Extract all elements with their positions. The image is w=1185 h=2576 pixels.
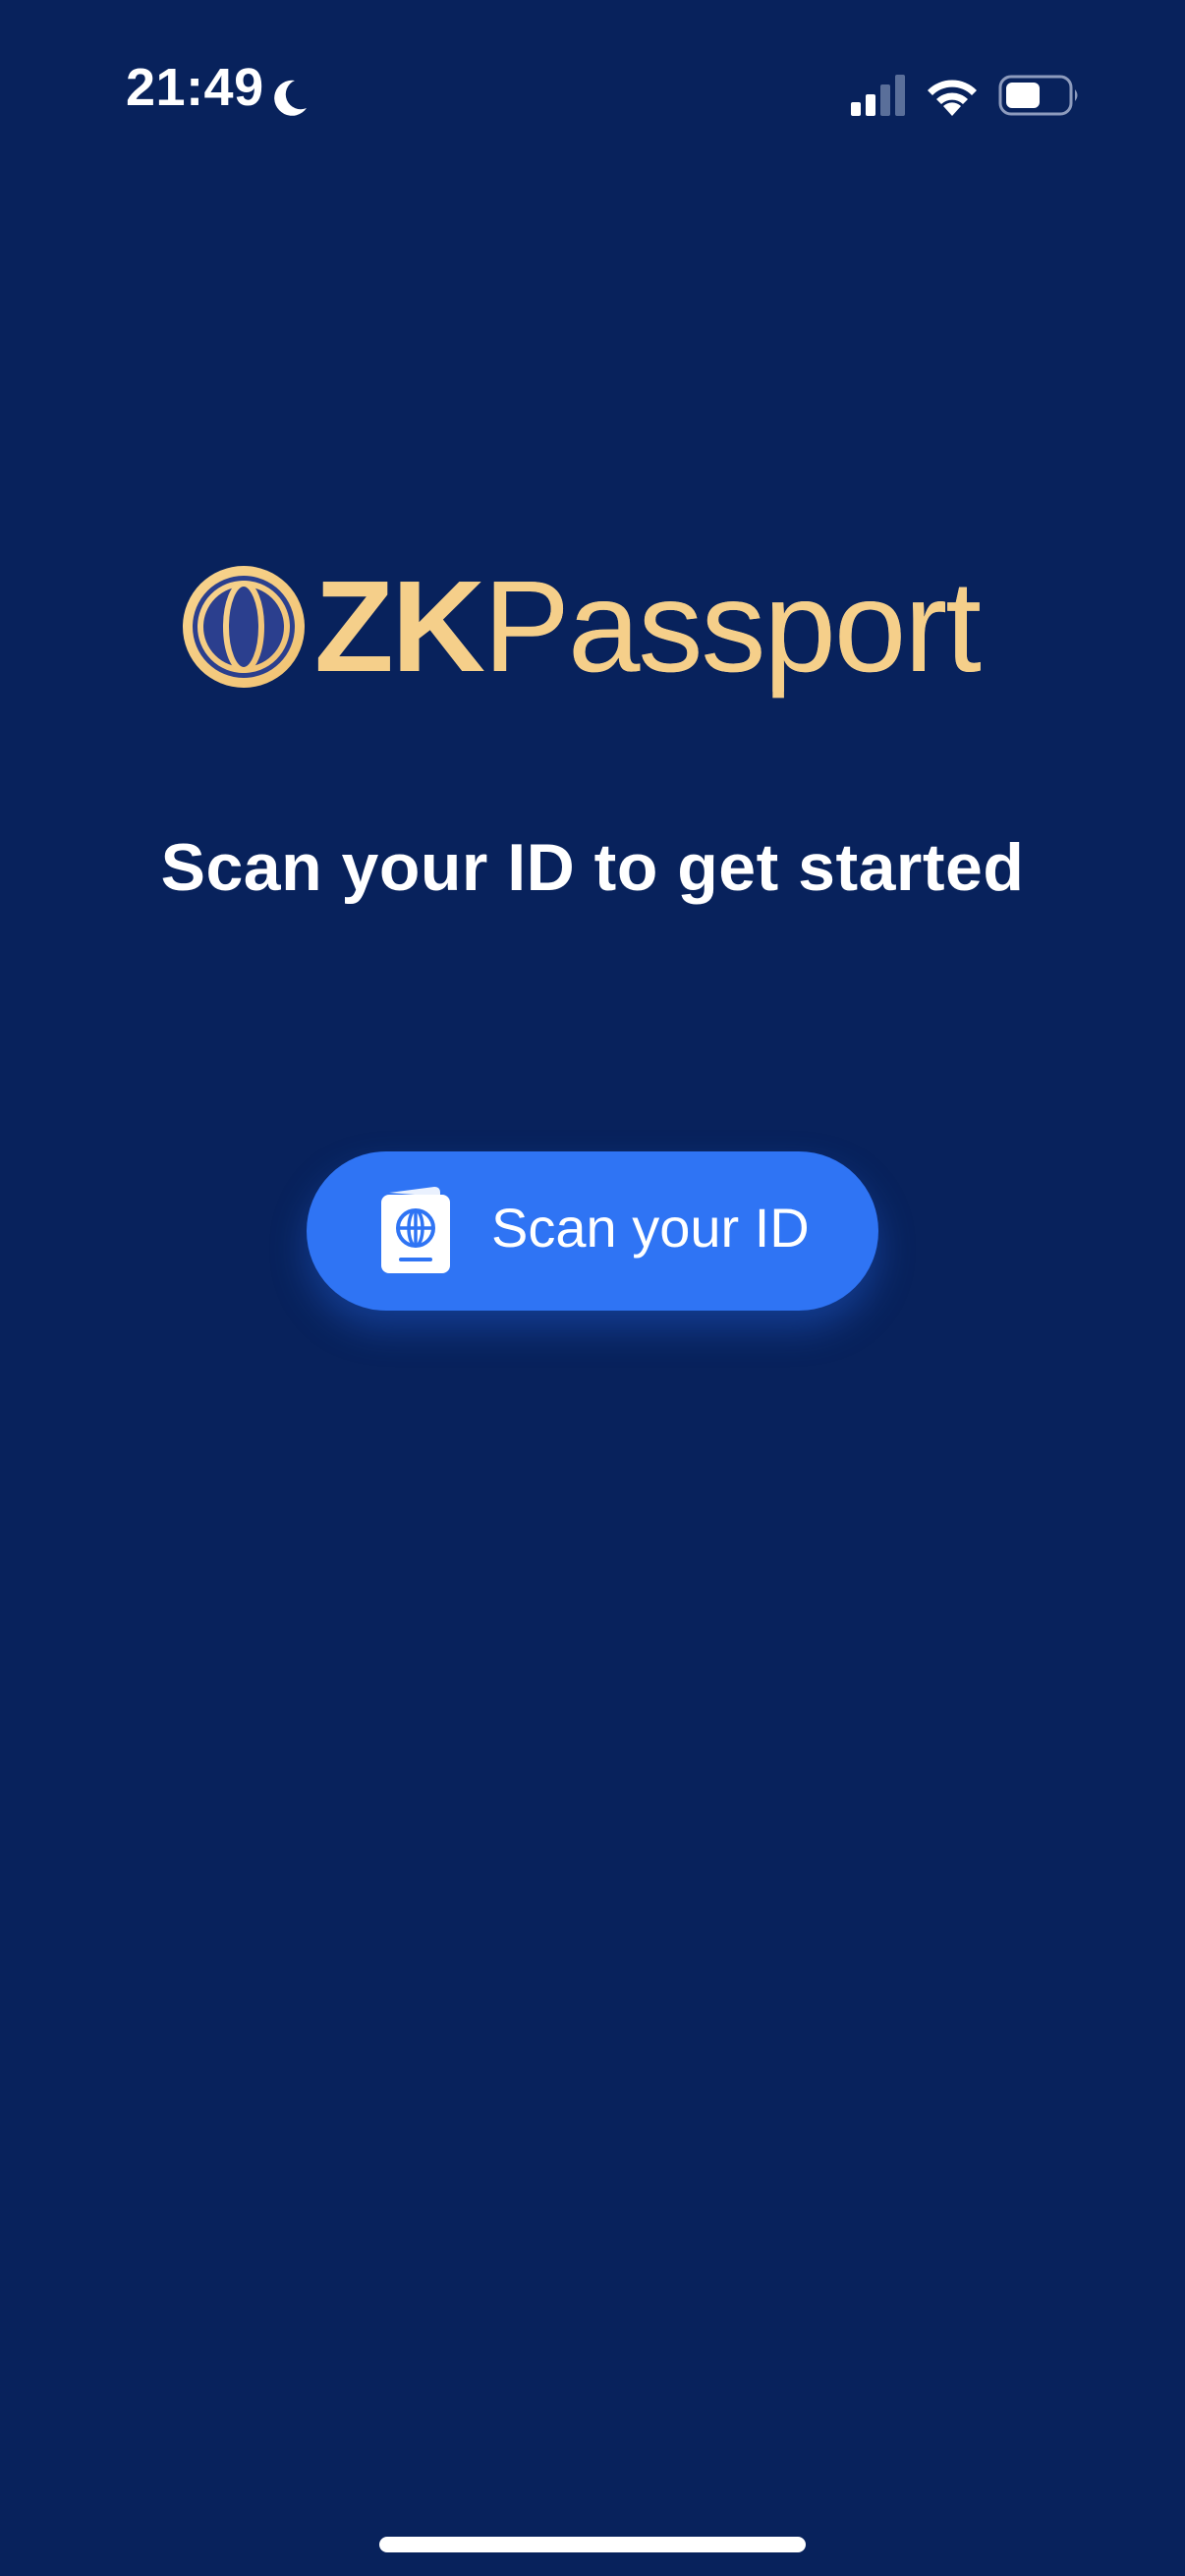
page-title: Scan your ID to get started [160, 830, 1025, 905]
logo-text-bold: ZK [314, 554, 485, 699]
scan-button-label: Scan your ID [491, 1197, 810, 1259]
welcome-screen: 21:49 ZKPassport Scan your ID to get sta… [0, 0, 1185, 2576]
wifi-icon [928, 80, 977, 116]
moon-icon [274, 80, 307, 116]
home-indicator[interactable] [379, 2537, 806, 2552]
cellular-signal-icon [851, 75, 905, 116]
scan-id-button[interactable]: Scan your ID [307, 1151, 878, 1311]
status-time: 21:49 [126, 58, 264, 117]
battery-icon [998, 75, 1078, 116]
logo-wordmark: ZKPassport [314, 562, 982, 692]
logo-text-light: Passport [482, 554, 982, 699]
passport-icon [381, 1187, 450, 1273]
zkpassport-logo: ZKPassport [181, 558, 1006, 705]
globe-icon [183, 566, 305, 688]
